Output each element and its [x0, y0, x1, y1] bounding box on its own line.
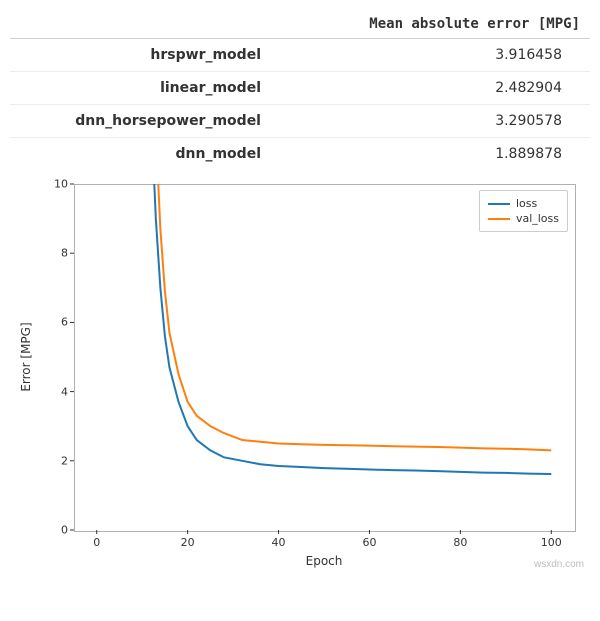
table-row: linear_model2.482904 [10, 72, 590, 105]
y-axis-label: Error [MPG] [19, 322, 33, 391]
row-value: 3.916458 [271, 39, 590, 72]
row-label: dnn_model [10, 138, 271, 171]
watermark: wsxdn.com [534, 559, 584, 570]
table-row: hrspwr_model3.916458 [10, 39, 590, 72]
legend-item: val_loss [488, 212, 559, 225]
row-value: 2.482904 [271, 72, 590, 105]
x-tick: 60 [362, 536, 376, 549]
x-tick: 0 [93, 536, 100, 549]
x-tick: 40 [272, 536, 286, 549]
chart-legend: loss val_loss [479, 190, 568, 232]
x-axis-label: Epoch [306, 554, 343, 568]
x-tick: 20 [181, 536, 195, 549]
chart-lines [74, 184, 574, 530]
table-row: dnn_horsepower_model3.290578 [10, 105, 590, 138]
row-value: 1.889878 [271, 138, 590, 171]
mae-table: Mean absolute error [MPG] hrspwr_model3.… [10, 10, 590, 170]
y-tick: 8 [48, 247, 68, 260]
y-tick: 6 [48, 316, 68, 329]
legend-swatch [488, 203, 510, 205]
y-tick: 4 [48, 385, 68, 398]
row-value: 3.290578 [271, 105, 590, 138]
y-tick: 2 [48, 454, 68, 467]
legend-swatch [488, 218, 510, 220]
row-label: linear_model [10, 72, 271, 105]
error-vs-epoch-chart: loss val_loss Error [MPG] Epoch wsxdn.com… [10, 174, 590, 574]
x-tick: 80 [453, 536, 467, 549]
table-row: dnn_model1.889878 [10, 138, 590, 171]
legend-label: loss [516, 197, 537, 210]
row-label: dnn_horsepower_model [10, 105, 271, 138]
legend-item: loss [488, 197, 559, 210]
y-tick: 0 [48, 524, 68, 537]
legend-label: val_loss [516, 212, 559, 225]
table-header: Mean absolute error [MPG] [271, 10, 590, 39]
x-tick: 100 [541, 536, 562, 549]
row-label: hrspwr_model [10, 39, 271, 72]
y-tick: 10 [48, 178, 68, 191]
